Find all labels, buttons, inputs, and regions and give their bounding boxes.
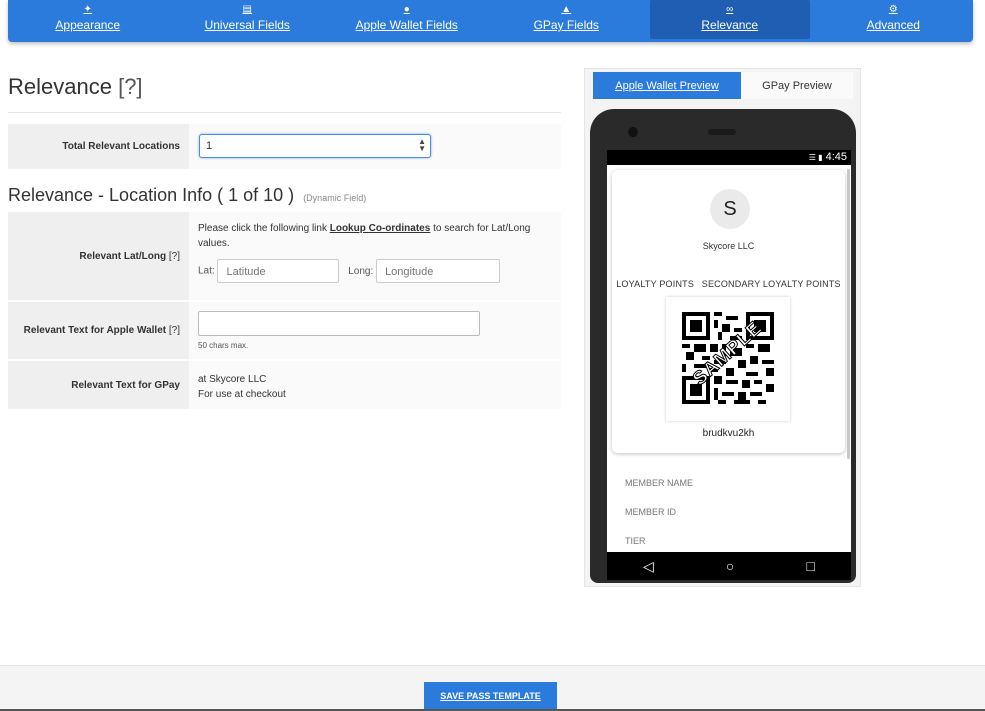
loyalty-points-label: LOYALTY POINTS xyxy=(616,279,695,289)
total-locations-label: Total Relevant Locations xyxy=(8,124,189,169)
document-icon: ▤ xyxy=(242,4,252,15)
title-divider xyxy=(8,112,561,113)
tab-gpay-fields[interactable]: ▲ GPay Fields xyxy=(487,0,647,42)
tab-advanced[interactable]: ⚙ Advanced xyxy=(814,0,974,42)
longitude-input[interactable]: Longitude xyxy=(376,259,501,283)
company-name: Skycore LLC xyxy=(702,241,755,251)
location-section-title-text: Relevance - Location Info ( 1 of 10 ) xyxy=(8,185,295,205)
back-icon[interactable]: ◁ xyxy=(643,558,654,575)
gpay-preview-tab[interactable]: GPay Preview xyxy=(741,72,853,99)
char-limit-hint: 50 chars max. xyxy=(198,341,249,350)
total-locations-select[interactable]: 1 ▲ ▼ xyxy=(199,134,431,158)
company-logo-avatar: S xyxy=(710,189,750,229)
home-icon[interactable]: ○ xyxy=(726,558,734,574)
status-time: 4:45 xyxy=(825,151,847,163)
apple-text-row: Relevant Text for Apple Wallet [?] 50 ch… xyxy=(8,302,561,359)
wifi-signal-battery-icon: ☰ ▮ xyxy=(808,153,823,162)
android-nav-bar: ◁ ○ □ xyxy=(607,552,851,580)
latlong-row: Relevant Lat/Long [?] Please click the f… xyxy=(8,212,561,300)
gpay-text-label: Relevant Text for GPay xyxy=(8,361,189,409)
lookup-coordinates-link[interactable]: Lookup Co-ordinates xyxy=(330,223,431,234)
points-labels: LOYALTY POINTS SECONDARY LOYALTY POINTS xyxy=(612,279,845,289)
latlong-instructions: Please click the following link Lookup C… xyxy=(198,223,531,249)
latlong-help-link[interactable]: [?] xyxy=(169,251,180,262)
gears-icon: ⚙ xyxy=(888,4,898,15)
magic-wand-icon: ✦ xyxy=(83,4,92,15)
qr-code: SAMPLE xyxy=(666,297,790,421)
location-section-title: Relevance - Location Info ( 1 of 10 ) (D… xyxy=(8,185,366,206)
barcode-text: brudkvu2kh xyxy=(702,428,755,439)
preview-scrollbar[interactable] xyxy=(847,169,850,459)
secondary-points-label: SECONDARY LOYALTY POINTS xyxy=(701,279,841,289)
page-title-text: Relevance xyxy=(8,74,112,99)
camera-icon xyxy=(628,127,638,137)
gpay-text-line-2: For use at checkout xyxy=(198,389,286,400)
latlong-label: Relevant Lat/Long [?] xyxy=(8,212,189,300)
member-id-field: MEMBER ID xyxy=(625,507,677,517)
phone-screen: ☰ ▮ 4:45 S Skycore LLC LOYALTY POINTS SEC… xyxy=(607,150,851,580)
pass-card: S Skycore LLC LOYALTY POINTS SECONDARY L… xyxy=(612,170,845,453)
top-tab-bar: ✦ Appearance ▤ Universal Fields ● Apple … xyxy=(8,0,973,42)
phone-mockup: ☰ ▮ 4:45 S Skycore LLC LOYALTY POINTS SEC… xyxy=(590,109,856,583)
save-pass-template-button[interactable]: SAVE PASS TEMPLATE xyxy=(424,682,557,710)
apple-text-label: Relevant Text for Apple Wallet [?] xyxy=(8,302,189,359)
gpay-icon: ▲ xyxy=(561,4,572,15)
status-bar: ☰ ▮ 4:45 xyxy=(607,150,851,165)
tab-appearance[interactable]: ✦ Appearance xyxy=(8,0,168,42)
lat-label: Lat: xyxy=(198,265,215,277)
latitude-input[interactable]: Latitude xyxy=(217,259,340,283)
total-locations-value: 1 xyxy=(206,140,213,152)
help-link[interactable]: [?] xyxy=(118,74,142,99)
tab-apple-wallet-fields[interactable]: ● Apple Wallet Fields xyxy=(327,0,487,42)
member-name-field: MEMBER NAME xyxy=(625,478,694,488)
apple-relevant-text-input[interactable] xyxy=(198,311,480,336)
recents-icon[interactable]: □ xyxy=(806,558,814,574)
link-icon: ∞ xyxy=(726,4,734,15)
page-title: Relevance [?] xyxy=(8,74,143,100)
pass-preview-panel: Apple Wallet Preview GPay Preview ☰ ▮ 4:4… xyxy=(584,68,861,587)
gpay-text-row: Relevant Text for GPay at Skycore LLC Fo… xyxy=(8,361,561,409)
select-arrows-icon: ▲ ▼ xyxy=(418,137,426,153)
apple-wallet-preview-tab[interactable]: Apple Wallet Preview xyxy=(593,72,741,99)
tab-universal-fields[interactable]: ▤ Universal Fields xyxy=(168,0,328,42)
gpay-text-line-1: at Skycore LLC xyxy=(198,374,267,385)
tab-relevance[interactable]: ∞ Relevance xyxy=(650,0,810,39)
long-label: Long: xyxy=(348,265,374,277)
dynamic-field-note: (Dynamic Field) xyxy=(303,193,367,203)
apple-text-help-link[interactable]: [?] xyxy=(169,325,180,336)
speaker-icon xyxy=(708,129,736,135)
apple-icon: ● xyxy=(403,4,410,15)
tier-field: TIER xyxy=(625,536,646,546)
